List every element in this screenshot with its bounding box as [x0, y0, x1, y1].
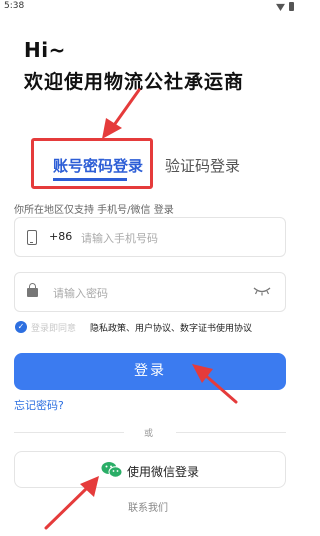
forgot-password-link[interactable]: 忘记密码? [14, 397, 64, 413]
divider-or: 或 [144, 429, 154, 439]
agreement-prefix: 登录即同意 [31, 324, 77, 334]
country-code[interactable]: +86 [49, 230, 72, 243]
wechat-login-button[interactable]: 使用微信登录 [14, 451, 286, 488]
login-button[interactable]: 登录 [14, 353, 286, 390]
agreement-links[interactable]: 隐私政策、用户协议、数字证书使用协议 [90, 321, 252, 334]
region-note: 你所在地区仅支持 手机号/微信 登录 [14, 205, 174, 216]
tab-account-password[interactable]: 账号密码登录 [53, 155, 143, 176]
active-tab-indicator [53, 178, 127, 181]
greeting-welcome: 欢迎使用物流公社承运商 [24, 71, 245, 93]
status-icons [276, 2, 294, 11]
status-bar: 5:38 [0, 0, 300, 14]
eye-closed-icon[interactable] [253, 286, 271, 296]
battery-icon [289, 2, 294, 11]
phone-input[interactable] [81, 229, 271, 247]
check-icon: ✓ [17, 322, 25, 331]
password-field[interactable] [14, 272, 286, 312]
lock-icon [27, 283, 38, 297]
wechat-icon [101, 462, 123, 478]
divider-right [176, 432, 286, 433]
phone-field[interactable]: +86 [14, 217, 286, 257]
agreement-checkbox[interactable]: ✓ [15, 321, 27, 333]
divider-left [14, 432, 124, 433]
annotation-arrow-tabs [102, 88, 141, 139]
contact-us-link[interactable]: 联系我们 [128, 499, 168, 514]
greeting-hi: Hi~ [24, 38, 66, 62]
tab-verification-code[interactable]: 验证码登录 [165, 155, 240, 176]
password-input[interactable] [53, 284, 253, 302]
wechat-login-label: 使用微信登录 [127, 465, 200, 479]
wifi-icon [276, 3, 285, 11]
status-time: 5:38 [4, 1, 25, 11]
phone-icon [27, 230, 37, 245]
